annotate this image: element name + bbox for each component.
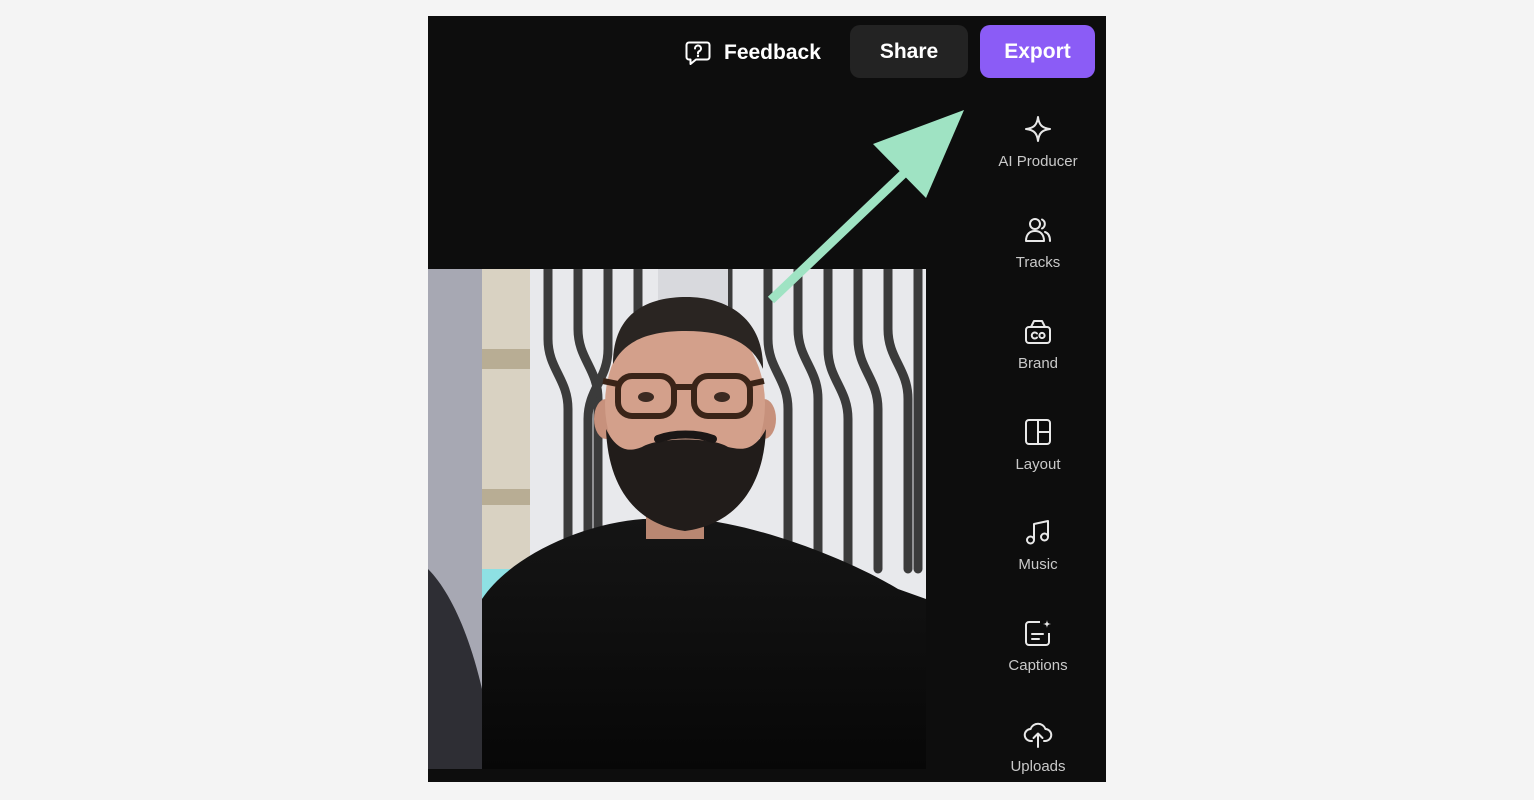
editor-window: Feedback Share Export AI Producer Tracks… — [428, 16, 1106, 782]
sidebar-item-captions[interactable]: Captions — [993, 618, 1083, 690]
sparkle-icon — [1025, 116, 1051, 142]
sidebar-item-brand[interactable]: Brand — [993, 316, 1083, 388]
sidebar-item-uploads[interactable]: Uploads — [993, 719, 1083, 782]
layout-icon — [1025, 419, 1051, 445]
sidebar-item-label: AI Producer — [998, 153, 1078, 170]
music-note-icon — [1026, 520, 1049, 545]
sidebar-item-layout[interactable]: Layout — [993, 417, 1083, 489]
video-preview[interactable] — [428, 269, 926, 769]
sidebar-item-tracks[interactable]: Tracks — [993, 215, 1083, 287]
sidebar-item-music[interactable]: Music — [993, 517, 1083, 589]
top-bar: Feedback Share Export — [428, 16, 1106, 88]
video-frame-person — [428, 269, 926, 769]
captions-icon — [1025, 620, 1051, 646]
export-button[interactable]: Export — [980, 25, 1095, 78]
help-bubble-icon — [685, 41, 711, 65]
sidebar-item-label: Uploads — [1010, 758, 1066, 775]
sidebar-item-ai-producer[interactable]: AI Producer — [993, 114, 1083, 186]
feedback-label: Feedback — [724, 41, 821, 64]
sidebar-item-label: Captions — [1008, 657, 1068, 674]
feedback-button[interactable]: Feedback — [684, 38, 821, 68]
sidebar-item-label: Brand — [1017, 355, 1059, 372]
sidebar-item-label: Music — [1018, 556, 1058, 573]
people-icon — [1025, 218, 1051, 242]
sidebar-item-label: Layout — [1015, 456, 1061, 473]
share-button[interactable]: Share — [850, 25, 968, 78]
cloud-upload-icon — [1023, 722, 1053, 748]
brand-kit-icon — [1025, 320, 1051, 344]
sidebar-item-label: Tracks — [1015, 254, 1061, 271]
